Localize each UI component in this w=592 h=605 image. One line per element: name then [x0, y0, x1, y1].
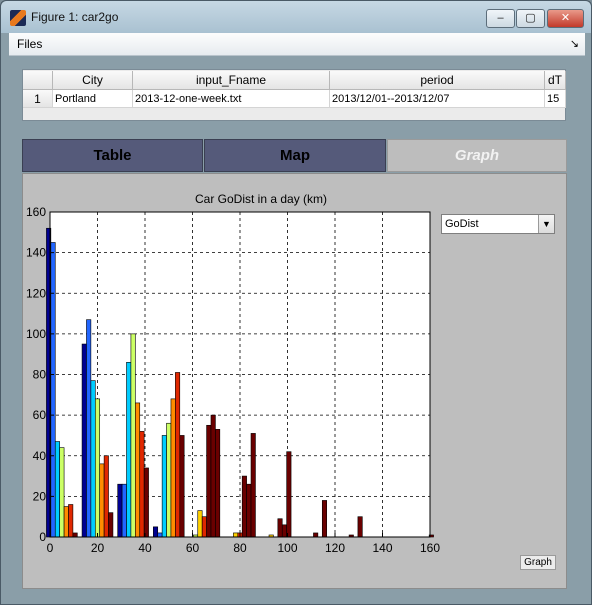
histogram-bar	[99, 463, 105, 538]
histogram-bar	[68, 504, 74, 538]
y-tick-label: 120	[26, 286, 46, 300]
tab-map[interactable]: Map	[204, 139, 386, 172]
histogram-bar	[54, 441, 60, 538]
graph-button[interactable]: Graph	[520, 555, 556, 570]
histogram-bar	[108, 512, 114, 538]
table-cell-period[interactable]: 2013/12/01--2013/12/07	[330, 90, 545, 108]
menu-files[interactable]: Files	[17, 37, 42, 51]
x-tick-label: 120	[325, 541, 345, 555]
maximize-button[interactable]: ▢	[516, 9, 545, 28]
histogram-bar	[50, 242, 56, 538]
x-tick-label: 80	[233, 541, 247, 555]
dropdown-arrow-icon[interactable]: ▼	[538, 215, 554, 233]
table-header-city[interactable]: City	[53, 71, 133, 90]
histogram-bar	[117, 483, 123, 538]
histogram-bar	[233, 532, 239, 538]
y-tick-label: 60	[33, 408, 47, 422]
minimize-button[interactable]: –	[486, 9, 515, 28]
histogram-bar	[161, 435, 167, 538]
x-tick-label: 140	[372, 541, 392, 555]
table-corner-header	[23, 71, 53, 90]
histogram-bar	[143, 467, 149, 538]
histogram-bar	[103, 455, 109, 538]
window-title: Figure 1: car2go	[31, 10, 119, 24]
histogram-bar	[210, 414, 216, 538]
histogram-bar	[72, 532, 78, 538]
info-table[interactable]: City input_Fname period dT 1 Portland 20…	[22, 69, 566, 121]
x-tick-label: 40	[138, 541, 152, 555]
y-tick-label: 140	[26, 246, 46, 260]
histogram-bar	[121, 483, 127, 538]
histogram-bar	[94, 398, 101, 538]
histogram-bar	[90, 380, 96, 538]
menu-bar: Files ↘	[9, 33, 585, 56]
figure-content: City input_Fname period dT 1 Portland 20…	[9, 56, 585, 598]
histogram-bar	[175, 372, 181, 538]
matlab-logo-icon	[10, 10, 26, 26]
histogram-bar	[130, 333, 136, 538]
y-tick-label: 20	[33, 489, 47, 503]
histogram-bar	[157, 532, 163, 538]
histogram-bar	[179, 435, 185, 538]
figure-window: Figure 1: car2go – ▢ ✕ Files ↘ City inpu…	[0, 0, 592, 605]
y-tick-label: 80	[33, 368, 47, 382]
histogram-bar	[139, 431, 145, 538]
histogram-bar	[321, 500, 327, 538]
x-tick-label: 60	[186, 541, 200, 555]
graph-panel: Car GoDist in a day (km) 0 20 40 60 80 100 120…	[22, 173, 567, 589]
histogram-bar	[215, 429, 221, 538]
histogram-chart: 0 20 40 60 80 100 120 140 160 0 20 40 60 80 100 120 140 1…	[26, 205, 440, 555]
histogram-bar	[63, 506, 69, 538]
histogram-bar	[281, 524, 287, 538]
histogram-bar	[81, 343, 87, 538]
histogram-bar	[59, 447, 65, 538]
variable-dropdown-value: GoDist	[445, 218, 479, 230]
table-row-index[interactable]: 1	[23, 90, 53, 108]
histogram-bar	[250, 433, 256, 538]
table-cell-city[interactable]: Portland	[53, 90, 133, 108]
x-tick-label: 100	[277, 541, 297, 555]
table-cell-input-fname[interactable]: 2013-12-one-week.txt	[133, 90, 330, 108]
histogram-bar	[357, 516, 363, 538]
y-tick-label: 100	[26, 327, 46, 341]
histogram-bar	[313, 532, 319, 538]
y-tick-label: 160	[26, 205, 46, 219]
tab-table[interactable]: Table	[22, 139, 203, 172]
title-bar[interactable]: Figure 1: car2go – ▢ ✕	[1, 1, 591, 33]
variable-dropdown[interactable]: GoDist ▼	[441, 214, 555, 234]
histogram-bar	[86, 319, 92, 538]
table-cell-dt[interactable]: 15	[545, 90, 566, 108]
histogram-bar	[201, 516, 207, 538]
x-tick-label: 160	[420, 541, 440, 555]
histogram-bar	[126, 362, 132, 538]
histogram-bar	[170, 398, 176, 538]
y-tick-label: 0	[39, 530, 46, 544]
histogram-bar	[277, 518, 283, 538]
dock-arrow-icon[interactable]: ↘	[570, 37, 579, 50]
histogram-bar	[286, 451, 292, 538]
histogram-bar	[153, 526, 159, 538]
histogram-bar	[197, 510, 203, 538]
x-tick-label: 20	[91, 541, 105, 555]
histogram-bar	[241, 475, 247, 538]
histogram-bar	[166, 422, 172, 538]
x-tick-label: 0	[47, 541, 54, 555]
table-header-period[interactable]: period	[330, 71, 545, 90]
histogram-bar	[135, 402, 141, 538]
histogram-bar	[246, 483, 252, 538]
y-tick-label: 40	[33, 449, 47, 463]
histogram-bar	[206, 424, 212, 538]
tab-graph[interactable]: Graph	[387, 139, 567, 172]
table-header-input-fname[interactable]: input_Fname	[133, 71, 330, 90]
close-button[interactable]: ✕	[547, 9, 584, 28]
table-header-dt[interactable]: dT	[545, 71, 566, 90]
